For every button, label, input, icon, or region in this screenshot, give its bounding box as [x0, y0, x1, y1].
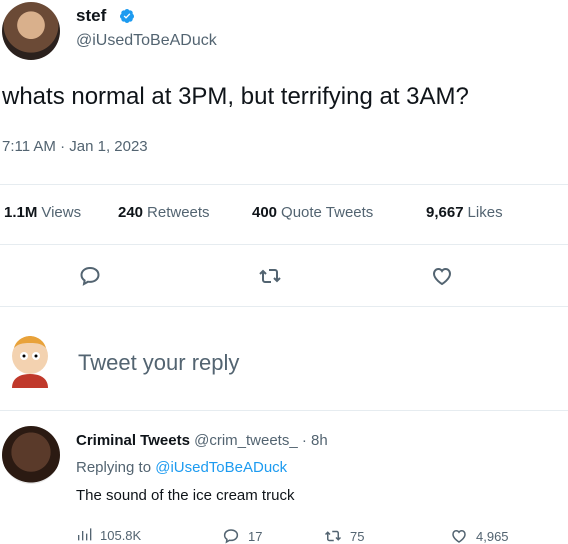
reply-retweets-stat[interactable]: 75 [324, 527, 364, 544]
reply-input[interactable]: Tweet your reply [78, 350, 239, 376]
tweet-timestamp[interactable]: 7:11 AM · Jan 1, 2023 [2, 138, 148, 155]
reply-author-name[interactable]: Criminal Tweets [76, 432, 190, 449]
replying-to-link[interactable]: @iUsedToBeADuck [155, 459, 287, 476]
reply-header: Criminal Tweets @crim_tweets_ · 8h [76, 432, 328, 449]
replying-to: Replying to @iUsedToBeADuck [76, 459, 288, 476]
reply-time[interactable]: · 8h [302, 432, 328, 449]
author-avatar[interactable] [2, 2, 60, 60]
divider [0, 184, 568, 185]
user-avatar [12, 336, 48, 388]
likes-stat[interactable]: 9,667 Likes [426, 204, 503, 221]
retweet-icon [324, 530, 342, 542]
views-icon [78, 528, 92, 541]
reply-author-avatar[interactable] [2, 426, 60, 484]
divider [0, 410, 568, 411]
retweet-icon[interactable] [258, 264, 282, 288]
divider [0, 306, 568, 307]
heart-icon[interactable] [430, 264, 454, 288]
retweets-stat[interactable]: 240 Retweets [118, 204, 210, 221]
reply-text: The sound of the ice cream truck [76, 487, 295, 504]
author-handle[interactable]: @iUsedToBeADuck [76, 32, 217, 50]
author-name[interactable]: stef [76, 6, 106, 26]
reply-author-handle[interactable]: @crim_tweets_ [194, 432, 298, 449]
reply-views-stat[interactable]: 105.8K [76, 527, 141, 543]
reply-likes-stat[interactable]: 4,965 [450, 527, 509, 544]
comment-icon [223, 529, 239, 544]
comment-icon[interactable] [78, 264, 102, 288]
tweet-text: whats normal at 3PM, but terrifying at 3… [2, 83, 469, 110]
views-stat[interactable]: 1.1M Views [4, 204, 81, 221]
heart-icon [452, 529, 466, 543]
divider [0, 244, 568, 245]
quote-tweets-stat[interactable]: 400 Quote Tweets [252, 204, 373, 221]
verified-badge-icon [119, 9, 134, 23]
reply-comments-stat[interactable]: 17 [222, 527, 262, 544]
